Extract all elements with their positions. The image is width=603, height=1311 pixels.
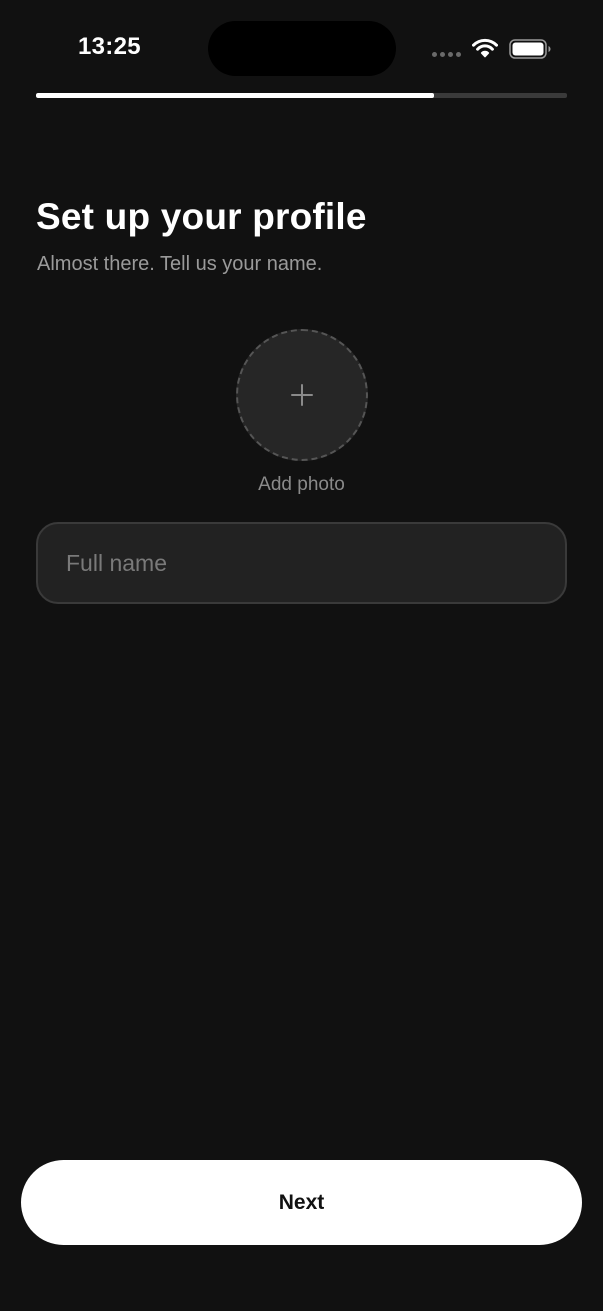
- dynamic-island: [208, 21, 396, 76]
- add-photo-button[interactable]: [236, 329, 368, 461]
- signal-dots-icon: [432, 52, 462, 58]
- page-subtitle: Almost there. Tell us your name.: [37, 253, 323, 275]
- status-time: 13:25: [78, 33, 141, 60]
- plus-icon: [291, 384, 313, 406]
- add-photo-label: Add photo: [258, 474, 345, 495]
- status-bar: 13:25: [0, 0, 603, 96]
- next-button[interactable]: Next: [21, 1160, 582, 1245]
- wifi-icon: [472, 38, 498, 58]
- full-name-input[interactable]: [36, 522, 567, 604]
- progress-bar: [36, 93, 567, 98]
- page-title: Set up your profile: [36, 196, 367, 237]
- progress-bar-fill: [36, 93, 435, 98]
- battery-icon: [509, 39, 551, 59]
